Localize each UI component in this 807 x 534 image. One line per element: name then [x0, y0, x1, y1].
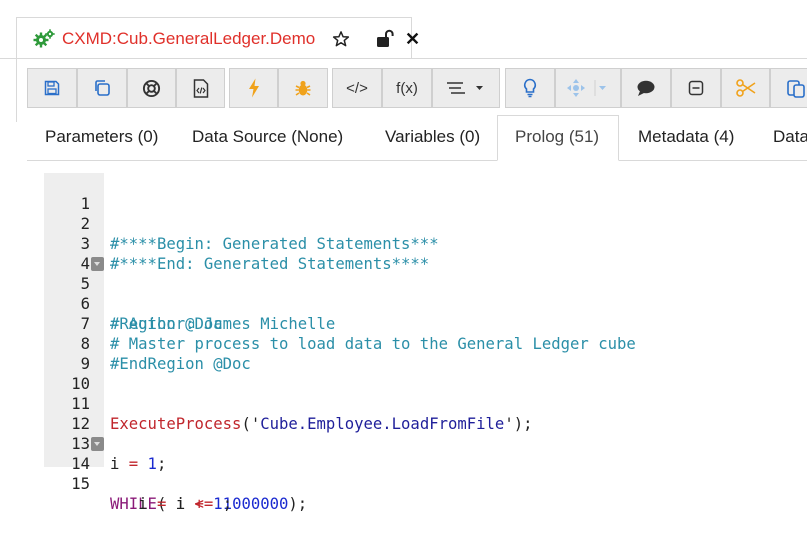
indent-icon — [447, 82, 483, 94]
cut-button[interactable] — [721, 68, 770, 108]
code-line: 6 # Author: James Michelle — [44, 274, 336, 333]
move-dropdown[interactable] — [555, 68, 621, 108]
gears-icon — [33, 29, 55, 48]
comment-button[interactable] — [621, 68, 671, 108]
function-label: f(x) — [396, 79, 418, 97]
paste-icon — [787, 80, 805, 98]
code-view-button[interactable]: </> — [332, 68, 382, 108]
close-icon[interactable]: ✕ — [405, 29, 420, 50]
tab-data[interactable]: Data — [773, 127, 807, 147]
code-line: 12 — [44, 394, 90, 433]
code-line: 2 #****Begin: Generated Statements*** — [44, 194, 439, 253]
save-icon — [44, 80, 60, 96]
code-punct: ; — [156, 455, 167, 473]
lightbulb-icon — [524, 78, 536, 98]
fold-toggle-icon[interactable] — [91, 257, 104, 271]
indent-dropdown[interactable] — [432, 68, 500, 108]
code-comment: # Master process to load data to the Gen… — [110, 335, 636, 353]
code-line: 14 WHILE( i <= 1000000); — [44, 434, 307, 513]
line-number: 15 — [71, 475, 90, 493]
tab-variables[interactable]: Variables (0) — [385, 127, 480, 147]
copy-button[interactable] — [77, 68, 127, 108]
code-function: ExecuteProcess — [110, 415, 242, 433]
code-comment: #EndRegion @Doc — [110, 355, 251, 373]
function-button[interactable]: f(x) — [382, 68, 432, 108]
code-text: i = i + 1; — [110, 494, 232, 514]
bug-icon — [295, 80, 311, 96]
code-file-icon — [193, 78, 208, 98]
code-line: 4 — [44, 234, 90, 273]
code-punct: ; — [222, 495, 233, 513]
code-variable: i — [166, 495, 195, 513]
unlock-icon[interactable] — [376, 29, 394, 48]
scissors-icon — [735, 79, 755, 97]
paste-button[interactable] — [770, 68, 807, 108]
collapse-button[interactable] — [671, 68, 721, 108]
code-punct: (' — [241, 415, 261, 433]
code-line: 13 i = 1; — [44, 414, 166, 473]
hint-button[interactable] — [505, 68, 555, 108]
execute-button[interactable] — [229, 68, 278, 108]
code-file-button[interactable] — [176, 68, 225, 108]
code-variable: i — [110, 455, 129, 473]
code-operator: = — [156, 495, 167, 513]
star-icon[interactable] — [332, 30, 350, 48]
code-line: 11 ExecuteProcess('Cube.Employee.LoadFro… — [44, 374, 532, 433]
document-title: CXMD:Cub.GeneralLedger.Demo — [62, 29, 316, 48]
code-operator: = — [128, 455, 139, 473]
code-comment: # Author: James Michelle — [110, 315, 336, 333]
tab-metadata[interactable]: Metadata (4) — [638, 127, 734, 147]
code-icon: </> — [346, 79, 368, 97]
code-number: 1 — [203, 495, 223, 513]
code-line: 9 — [44, 334, 90, 373]
collapse-icon — [688, 80, 704, 96]
code-editor[interactable]: 1 2 #****Begin: Generated Statements*** … — [44, 174, 636, 513]
comment-icon — [637, 80, 655, 96]
code-line: 8 #EndRegion @Doc — [44, 314, 251, 373]
code-variable: i — [110, 495, 157, 513]
code-comment: #****End: Generated Statements**** — [110, 255, 430, 273]
code-line: 3 #****End: Generated Statements**** — [44, 214, 430, 273]
debug-button[interactable] — [278, 68, 328, 108]
tab-data-source[interactable]: Data Source (None) — [192, 127, 343, 147]
code-text: i = 1; — [110, 454, 166, 474]
code-line: 10 — [44, 354, 90, 393]
bolt-icon — [248, 78, 259, 98]
code-string: Cube.Employee.LoadFromFile — [260, 415, 505, 433]
code-text: ExecuteProcess('Cube.Employee.LoadFromFi… — [110, 414, 533, 434]
document-tab[interactable]: CXMD:Cub.GeneralLedger.Demo ✕ — [16, 17, 420, 59]
help-button[interactable] — [127, 68, 176, 108]
copy-icon — [95, 80, 110, 96]
move-icon — [567, 79, 606, 97]
fold-toggle-icon[interactable] — [91, 437, 104, 451]
code-punct: '); — [504, 415, 533, 433]
code-punct: ); — [288, 495, 308, 513]
save-button[interactable] — [27, 68, 77, 108]
code-line: 7 # Master process to load data to the G… — [44, 294, 636, 353]
tab-parameters[interactable]: Parameters (0) — [45, 127, 158, 147]
tab-prolog[interactable]: Prolog (51) — [515, 127, 599, 147]
code-comment: #****Begin: Generated Statements*** — [110, 235, 439, 253]
code-line: 1 — [44, 174, 90, 213]
code-line: 5 #Region @Doc — [44, 254, 223, 333]
code-operator: + — [194, 495, 204, 513]
code-line: 15 i = i + 1; — [44, 454, 232, 513]
code-number: 1 — [138, 455, 157, 473]
lifebuoy-icon — [142, 79, 161, 97]
